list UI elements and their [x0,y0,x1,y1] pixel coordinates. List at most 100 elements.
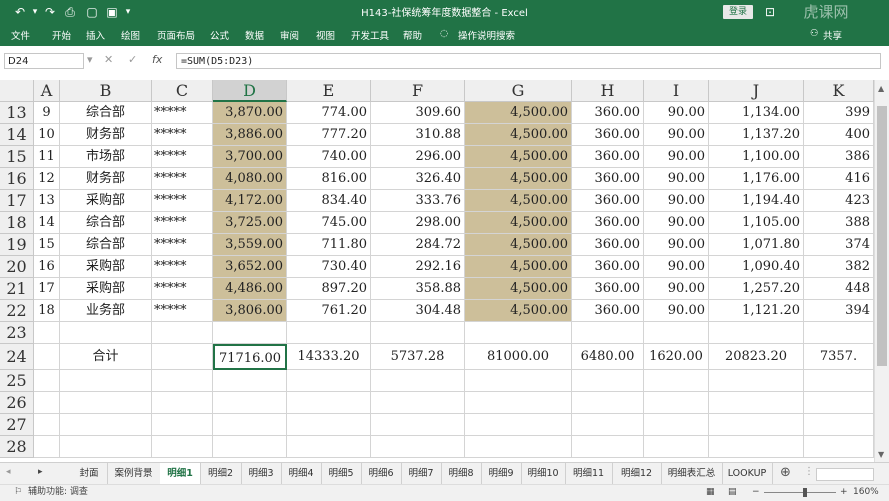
cell-b[interactable] [60,436,152,458]
cell-h[interactable]: 360.00 [572,234,644,256]
cell-k[interactable] [804,370,874,392]
column-header-f[interactable]: F [371,80,465,102]
cell-k[interactable]: 399 [804,102,874,124]
cell-i[interactable] [644,436,709,458]
cell-e[interactable] [287,370,371,392]
cell-f[interactable]: 292.16 [371,256,465,278]
cell-d[interactable] [213,322,287,344]
cell-c[interactable]: ***** [152,190,213,212]
cell-j[interactable]: 1,257.20 [709,278,804,300]
cell-j[interactable]: 1,176.00 [709,168,804,190]
cell-h[interactable]: 360.00 [572,278,644,300]
cell-b[interactable]: 合计 [60,344,152,370]
cell-i[interactable]: 90.00 [644,256,709,278]
cell-a[interactable]: 12 [34,168,60,190]
cell-j[interactable] [709,322,804,344]
tab-file[interactable]: 文件 [11,28,30,42]
cell-c[interactable]: ***** [152,212,213,234]
cell-b[interactable] [60,370,152,392]
cell-j[interactable]: 1,134.00 [709,102,804,124]
cell-a[interactable]: 9 [34,102,60,124]
column-header-a[interactable]: A [34,80,60,102]
sheet-tab[interactable]: LOOKUP [722,463,773,484]
cell-g[interactable] [465,370,572,392]
cell-c[interactable] [152,322,213,344]
sheet-tab[interactable]: 明细9 [481,463,522,484]
cell-h[interactable]: 360.00 [572,146,644,168]
cell-c[interactable] [152,344,213,370]
cell-h[interactable] [572,322,644,344]
cell-g[interactable] [465,322,572,344]
cell-b[interactable] [60,414,152,436]
cell-g[interactable]: 4,500.00 [465,300,572,322]
cell-g[interactable]: 81000.00 [465,344,572,370]
tab-page-layout[interactable]: 页面布局 [157,28,195,42]
cell-e[interactable]: 897.20 [287,278,371,300]
cell-j[interactable]: 1,121.20 [709,300,804,322]
cell-f[interactable]: 296.00 [371,146,465,168]
row-header[interactable]: 24 [0,344,34,370]
cell-d[interactable]: 3,886.00 [213,124,287,146]
cell-i[interactable]: 90.00 [644,190,709,212]
row-header[interactable]: 19 [0,234,34,256]
cell-c[interactable]: ***** [152,278,213,300]
cell-e[interactable] [287,414,371,436]
cell-f[interactable] [371,414,465,436]
page-layout-view-icon[interactable]: ▤ [728,485,737,500]
cell-d[interactable]: 3,806.00 [213,300,287,322]
sheet-tab[interactable]: 明细表汇总 [661,463,723,484]
cell-g[interactable]: 4,500.00 [465,102,572,124]
cell-d[interactable]: 3,870.00 [213,102,287,124]
cell-f[interactable] [371,392,465,414]
cell-d[interactable]: 4,486.00 [213,278,287,300]
row-header[interactable]: 13 [0,102,34,124]
cell-b[interactable]: 综合部 [60,102,152,124]
cell-f[interactable]: 309.60 [371,102,465,124]
login-button[interactable]: 登录 [723,5,753,19]
column-header-i[interactable]: I [644,80,709,102]
column-header-k[interactable]: K [804,80,874,102]
column-header-c[interactable]: C [152,80,213,102]
cell-e[interactable] [287,436,371,458]
cell-j[interactable] [709,392,804,414]
cell-e[interactable]: 816.00 [287,168,371,190]
cell-h[interactable] [572,392,644,414]
cell-e[interactable]: 761.20 [287,300,371,322]
column-header-h[interactable]: H [572,80,644,102]
cell-f[interactable]: 304.48 [371,300,465,322]
row-header[interactable]: 27 [0,414,34,436]
cell-b[interactable] [60,392,152,414]
cell-a[interactable]: 16 [34,256,60,278]
cell-a[interactable]: 17 [34,278,60,300]
cell-g[interactable] [465,392,572,414]
cell-i[interactable] [644,392,709,414]
column-header-b[interactable]: B [60,80,152,102]
cell-i[interactable] [644,414,709,436]
row-header[interactable]: 26 [0,392,34,414]
sheet-tab[interactable]: 明细5 [321,463,362,484]
cell-b[interactable]: 综合部 [60,234,152,256]
cell-i[interactable]: 90.00 [644,234,709,256]
cell-j[interactable]: 1,194.40 [709,190,804,212]
cell-e[interactable]: 774.00 [287,102,371,124]
tab-data[interactable]: 数据 [245,28,264,42]
insert-function-icon[interactable]: fx [152,53,162,66]
cell-k[interactable] [804,414,874,436]
share-icon[interactable]: ⚇ [810,28,819,39]
cell-j[interactable]: 1,100.00 [709,146,804,168]
cell-i[interactable]: 90.00 [644,300,709,322]
cell-f[interactable] [371,370,465,392]
cell-c[interactable] [152,370,213,392]
cell-g[interactable]: 4,500.00 [465,190,572,212]
enter-icon[interactable]: ✓ [128,53,137,66]
cell-h[interactable]: 360.00 [572,212,644,234]
sheet-tab[interactable]: 案例背景 [107,463,161,484]
cell-d[interactable]: 3,652.00 [213,256,287,278]
cell-a[interactable] [34,414,60,436]
cell-f[interactable]: 5737.28 [371,344,465,370]
cell-g[interactable]: 4,500.00 [465,146,572,168]
cell-k[interactable]: 394 [804,300,874,322]
cell-k[interactable]: 400 [804,124,874,146]
cell-j[interactable]: 1,090.40 [709,256,804,278]
cell-d[interactable] [213,392,287,414]
